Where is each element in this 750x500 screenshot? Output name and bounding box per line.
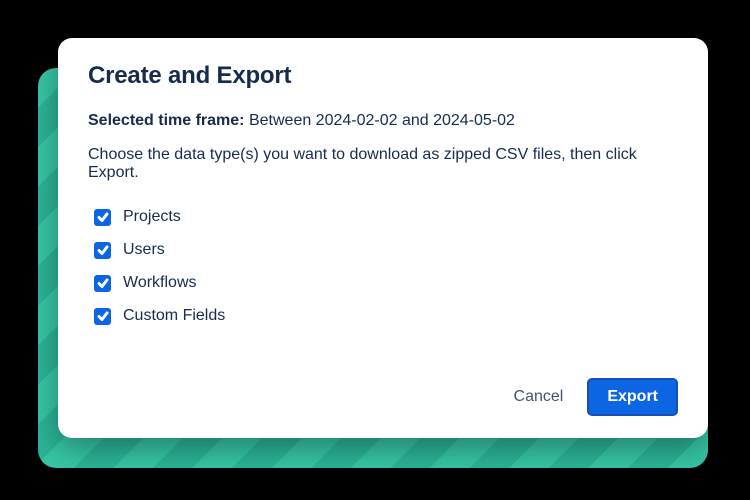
checkbox-row-custom-fields[interactable]: Custom Fields (94, 307, 678, 325)
timeframe-label: Selected time frame: (88, 112, 245, 129)
data-type-checkbox-list: Projects Users Workflows Custom Fields (88, 208, 678, 325)
checkbox-row-projects[interactable]: Projects (94, 208, 678, 226)
check-icon (97, 277, 109, 289)
checkbox-users[interactable] (94, 242, 111, 259)
timeframe-text: Selected time frame: Between 2024-02-02 … (88, 112, 678, 130)
timeframe-value: Between 2024-02-02 and 2024-05-02 (249, 112, 515, 129)
checkbox-workflows[interactable] (94, 275, 111, 292)
check-icon (97, 310, 109, 322)
checkbox-label: Custom Fields (123, 307, 225, 325)
dialog-title: Create and Export (88, 62, 678, 90)
check-icon (97, 244, 109, 256)
checkbox-label: Users (123, 241, 165, 259)
export-button[interactable]: Export (587, 378, 678, 416)
checkbox-projects[interactable] (94, 209, 111, 226)
dialog-footer: Cancel Export (88, 378, 678, 416)
checkbox-row-users[interactable]: Users (94, 241, 678, 259)
checkbox-custom-fields[interactable] (94, 308, 111, 325)
export-dialog: Create and Export Selected time frame: B… (58, 38, 708, 438)
checkbox-label: Projects (123, 208, 181, 226)
instruction-text: Choose the data type(s) you want to down… (88, 146, 678, 182)
checkbox-label: Workflows (123, 274, 197, 292)
check-icon (97, 211, 109, 223)
cancel-button[interactable]: Cancel (504, 380, 574, 414)
checkbox-row-workflows[interactable]: Workflows (94, 274, 678, 292)
